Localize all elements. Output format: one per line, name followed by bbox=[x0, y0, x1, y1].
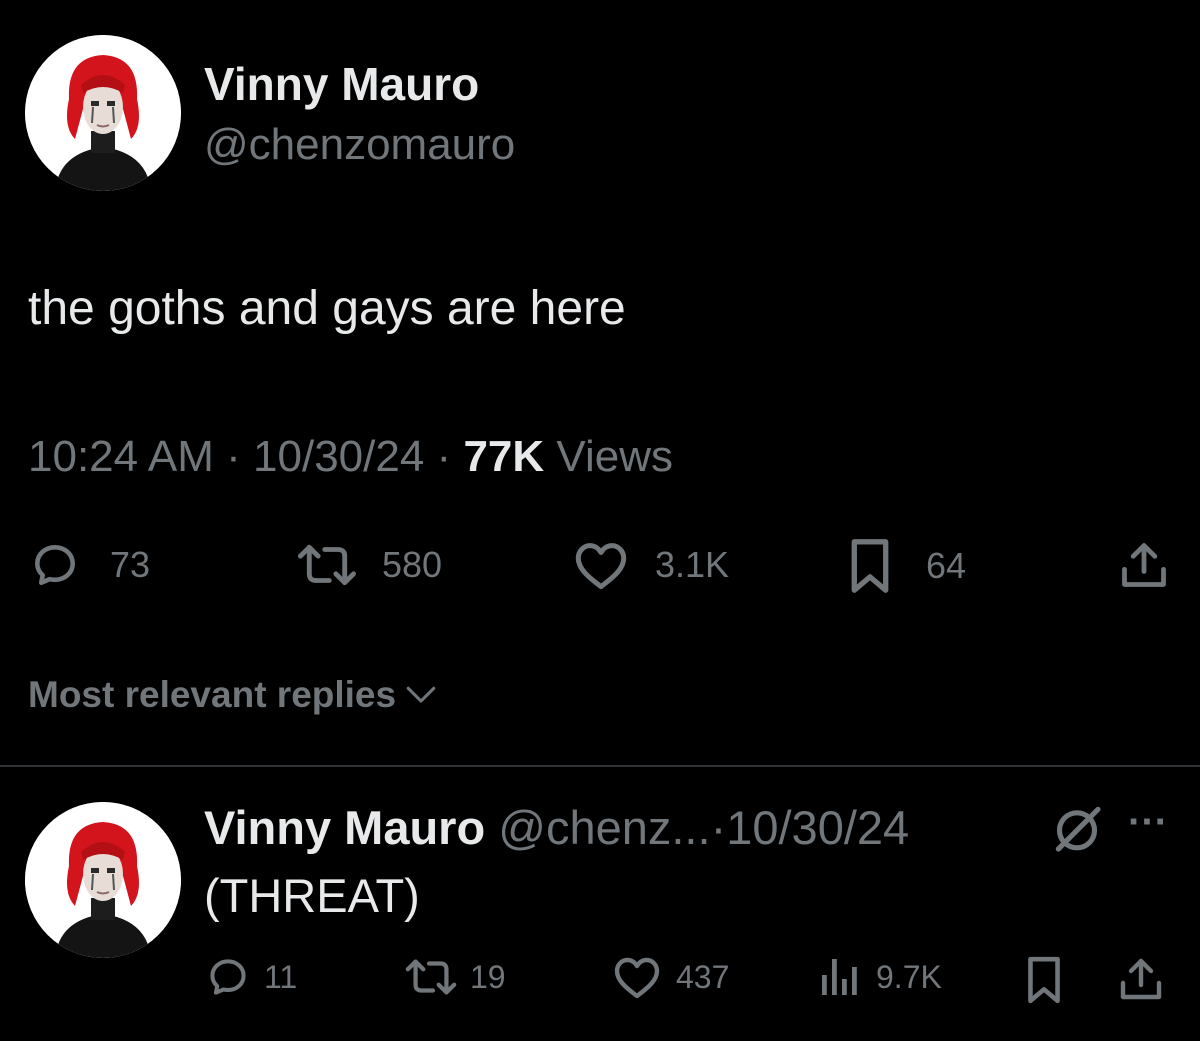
heart-icon bbox=[573, 540, 629, 590]
reply-like-button[interactable]: 437 bbox=[612, 955, 729, 999]
repost-arrows-icon bbox=[404, 955, 458, 999]
reply-date[interactable]: 10/30/24 bbox=[726, 801, 909, 854]
bookmark-count: 64 bbox=[926, 545, 967, 586]
bookmark-button[interactable]: 64 bbox=[848, 537, 966, 595]
tweet-date[interactable]: 10/30/24 bbox=[253, 432, 424, 481]
reply-reply-button[interactable]: 11 bbox=[206, 955, 297, 999]
author-avatar[interactable] bbox=[25, 35, 181, 191]
chevron-down-icon bbox=[404, 674, 438, 716]
tweet-text: the goths and gays are here bbox=[28, 282, 626, 335]
repost-arrows-icon bbox=[296, 540, 358, 590]
reply-button[interactable]: 73 bbox=[30, 540, 150, 590]
share-upload-icon bbox=[1118, 538, 1170, 592]
repost-button[interactable]: 580 bbox=[296, 540, 442, 590]
tweet-time[interactable]: 10:24 AM bbox=[28, 432, 214, 481]
reply-count: 73 bbox=[110, 544, 151, 585]
speech-bubble-icon bbox=[30, 540, 80, 590]
reply-repost-count: 19 bbox=[470, 958, 506, 995]
heart-icon bbox=[612, 955, 662, 999]
share-upload-icon bbox=[1117, 955, 1165, 1003]
reply-views-count: 9.7K bbox=[876, 958, 942, 995]
reply-header: Vinny Mauro @chenz...·10/30/24 bbox=[204, 800, 909, 855]
reply-views-button[interactable]: 9.7K bbox=[818, 955, 942, 999]
reply-text: (THREAT) bbox=[204, 869, 420, 922]
views-label: Views bbox=[556, 432, 673, 481]
more-dots-icon: ··· bbox=[1128, 800, 1168, 844]
meta-separator: · bbox=[226, 432, 241, 481]
views-count[interactable]: 77K bbox=[463, 432, 544, 481]
share-button[interactable] bbox=[1118, 538, 1170, 592]
bar-chart-icon bbox=[818, 955, 862, 999]
slashed-circle-icon bbox=[1049, 806, 1105, 860]
meta-separator: · bbox=[436, 432, 452, 481]
reply-share-button[interactable] bbox=[1117, 955, 1165, 1003]
reply-reply-count: 11 bbox=[264, 958, 298, 995]
grok-button[interactable] bbox=[1049, 800, 1105, 861]
like-button[interactable]: 3.1K bbox=[573, 540, 729, 590]
reply-author-avatar[interactable] bbox=[25, 802, 181, 958]
author-handle[interactable]: @chenzomauro bbox=[204, 120, 515, 170]
bookmark-icon bbox=[1025, 955, 1063, 1005]
replies-sort-dropdown[interactable]: Most relevant replies bbox=[28, 674, 438, 716]
more-options-button[interactable]: ··· bbox=[1128, 800, 1168, 845]
tweet-meta: 10:24 AM · 10/30/24 · 77K Views bbox=[28, 432, 673, 482]
reply-author-name[interactable]: Vinny Mauro bbox=[204, 801, 485, 854]
reply-author-handle[interactable]: @chenz... bbox=[498, 801, 710, 854]
reply-repost-button[interactable]: 19 bbox=[404, 955, 506, 999]
author-name[interactable]: Vinny Mauro bbox=[204, 57, 479, 111]
reply-bookmark-button[interactable] bbox=[1025, 955, 1063, 1005]
reply-like-count: 437 bbox=[676, 958, 730, 995]
replies-sort-label: Most relevant replies bbox=[28, 674, 397, 715]
like-count: 3.1K bbox=[655, 544, 730, 585]
reply-separator: · bbox=[710, 801, 727, 854]
speech-bubble-icon bbox=[206, 955, 250, 999]
bookmark-icon bbox=[848, 537, 892, 595]
repost-count: 580 bbox=[382, 544, 443, 585]
section-divider bbox=[0, 765, 1200, 767]
